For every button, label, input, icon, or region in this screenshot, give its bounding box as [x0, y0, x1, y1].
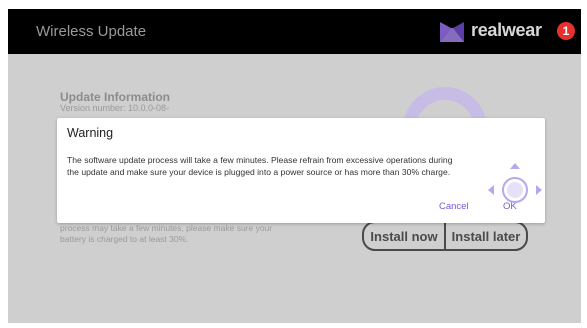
dialog-message-line-2: the update and make sure your device is …: [67, 166, 451, 177]
dialog-message-line-1: The software update process will take a …: [67, 155, 453, 165]
app-title: Wireless Update: [36, 23, 147, 40]
version-number: Version number: 10.0.0-08-: [60, 103, 170, 113]
update-info-title: Update Information: [60, 90, 170, 104]
install-now-button[interactable]: Install now: [364, 229, 444, 244]
notification-badge[interactable]: 1: [557, 22, 575, 40]
battery-note: process may take a few minutes, please m…: [60, 223, 273, 244]
dialog-title: Warning: [67, 126, 114, 140]
dialog-message: The software update process will take a …: [67, 155, 537, 178]
realwear-logo-icon: [440, 22, 464, 42]
warning-dialog: Warning The software update process will…: [57, 118, 545, 223]
top-bar: Wireless Update realwear 1: [8, 9, 581, 54]
cancel-button[interactable]: Cancel: [439, 201, 469, 212]
device-screen: Wireless Update realwear 1 Update Inform…: [8, 9, 581, 323]
install-buttons: Install now Install later: [362, 221, 528, 251]
install-later-button[interactable]: Install later: [446, 229, 526, 244]
head-tracking-navigator-icon[interactable]: [486, 161, 544, 219]
brand-name: realwear: [471, 20, 542, 40]
